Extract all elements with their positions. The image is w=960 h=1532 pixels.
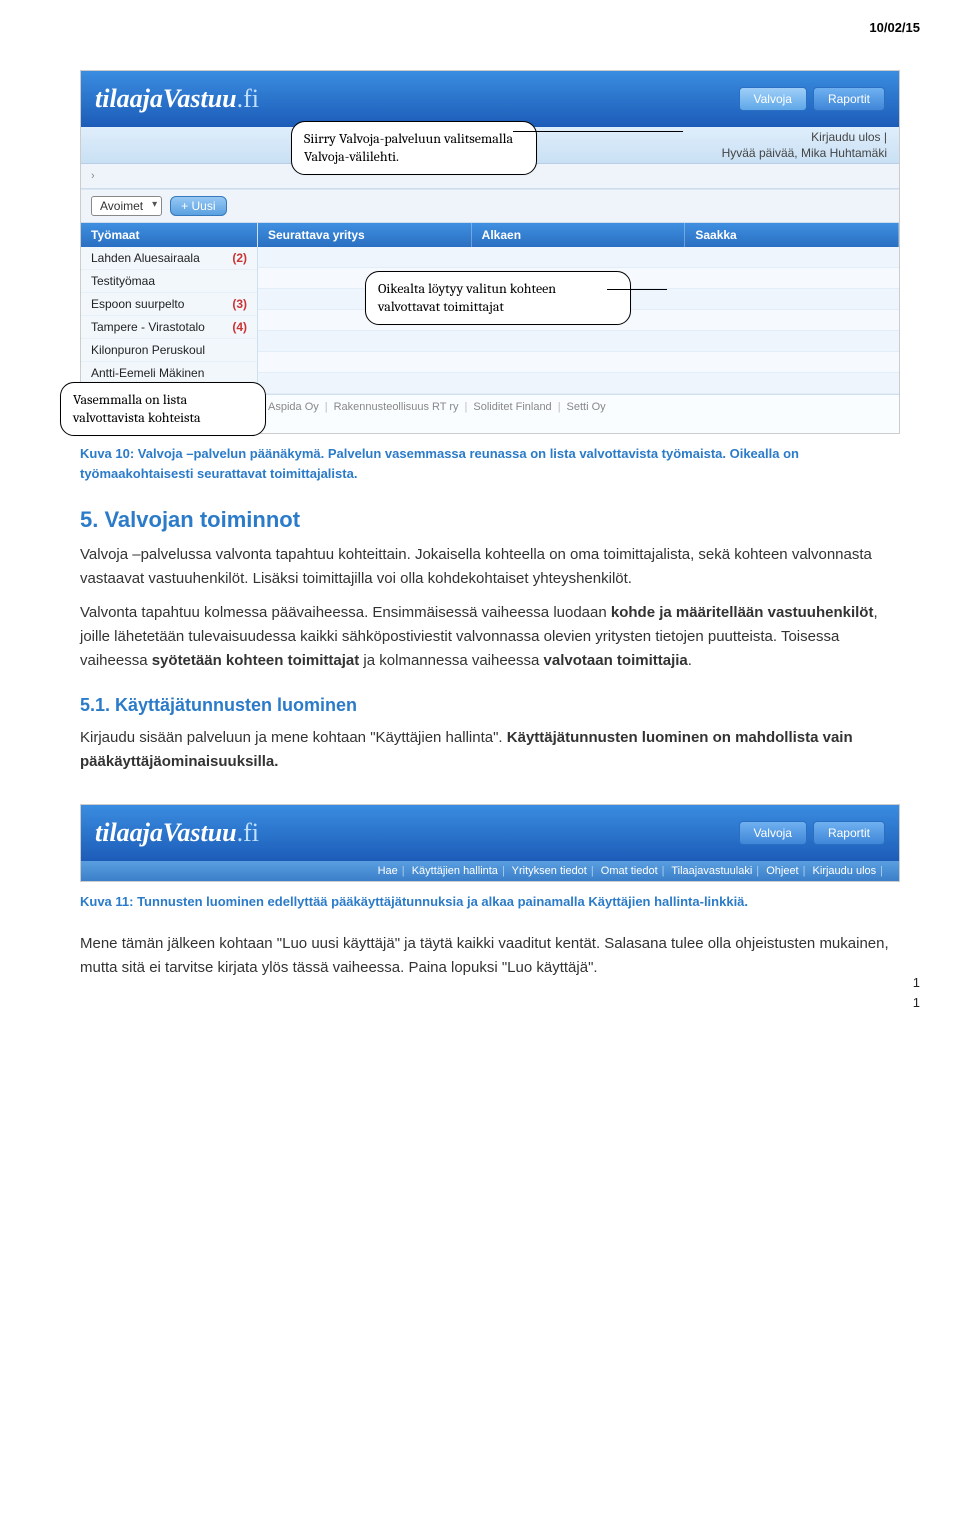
sidebar-item-label: Espoon suurpelto xyxy=(91,297,184,311)
text: . xyxy=(688,652,692,669)
brand-part2: Vastuu xyxy=(163,84,237,113)
app-header: tilaajaVastuu.fi Valvoja Raportit xyxy=(81,71,899,127)
tab-valvoja[interactable]: Valvoja xyxy=(739,821,807,845)
sidebar-item[interactable]: Testityömaa xyxy=(81,270,257,293)
sidebar-item[interactable]: Kilonpuron Peruskoul xyxy=(81,339,257,362)
page-date: 10/02/15 xyxy=(869,20,920,35)
content-area: Seurattava yritys Alkaen Saakka Aspida O… xyxy=(258,223,899,433)
figure-caption-10: Kuva 10: Valvoja –palvelun päänäkymä. Pa… xyxy=(80,444,900,483)
new-button[interactable]: + Uusi xyxy=(170,196,226,216)
tab-raportit[interactable]: Raportit xyxy=(813,821,885,845)
sidebar-item-count: (4) xyxy=(232,320,247,334)
brand-part2: Vastuu xyxy=(163,818,237,847)
table-row[interactable] xyxy=(258,331,899,352)
text: ja kolmannessa vaiheessa xyxy=(359,652,543,669)
callout-right: Oikealta löytyy valitun kohteen valvotta… xyxy=(365,271,631,325)
bold-text: syötetään kohteen toimittajat xyxy=(152,652,360,669)
section-5-heading: 5. Valvojan toiminnot xyxy=(80,507,900,533)
section-5-1-heading: 5.1. Käyttäjätunnusten luominen xyxy=(80,695,900,716)
nav-link[interactable]: Hae xyxy=(378,865,398,877)
page-number: 1 xyxy=(913,975,920,990)
sidebar-item-label: Antti-Eemeli Mäkinen xyxy=(91,366,204,380)
top-nav: Hae| Käyttäjien hallinta| Yrityksen tied… xyxy=(81,861,899,881)
body-paragraph: Valvoja –palvelussa valvonta tapahtuu ko… xyxy=(80,543,900,591)
sidebar-item[interactable]: Lahden Aluesairaala (2) xyxy=(81,247,257,270)
table-row[interactable] xyxy=(258,352,899,373)
text: Kirjaudu sisään palveluun ja mene kohtaa… xyxy=(80,729,507,746)
filter-select[interactable]: Avoimet xyxy=(91,196,162,216)
footer-link[interactable]: Aspida Oy xyxy=(268,401,319,413)
page-number: 1 xyxy=(913,995,920,1010)
footer-link[interactable]: Setti Oy xyxy=(567,401,606,413)
text: Valvonta tapahtuu kolmessa päävaiheessa.… xyxy=(80,604,611,621)
table-row[interactable] xyxy=(258,247,899,268)
col-company: Seurattava yritys xyxy=(258,223,472,247)
callout-top: Siirry Valvoja-palveluun valitsemalla Va… xyxy=(291,121,537,175)
sidebar-item-count: (2) xyxy=(232,251,247,265)
brand-logo: tilaajaVastuu.fi xyxy=(95,84,259,114)
sidebar-item-label: Lahden Aluesairaala xyxy=(91,251,200,265)
screenshot-valvoja-main: tilaajaVastuu.fi Valvoja Raportit Kirjau… xyxy=(80,70,900,434)
sidebar-item-label: Kilonpuron Peruskoul xyxy=(91,343,205,357)
bold-text: valvotaan toimittajia xyxy=(544,652,688,669)
nav-link[interactable]: Omat tiedot xyxy=(601,865,658,877)
sidebar-item[interactable]: Espoon suurpelto (3) xyxy=(81,293,257,316)
sidebar-item-label: Testityömaa xyxy=(91,274,155,288)
app-header-2: tilaajaVastuu.fi Valvoja Raportit xyxy=(81,805,899,861)
body-paragraph: Valvonta tapahtuu kolmessa päävaiheessa.… xyxy=(80,601,900,673)
nav-link[interactable]: Tilaajavastuulaki xyxy=(671,865,752,877)
table-header: Seurattava yritys Alkaen Saakka xyxy=(258,223,899,247)
brand-suffix: .fi xyxy=(237,818,259,847)
sidebar-item-count: (3) xyxy=(232,297,247,311)
sidebar-item[interactable]: Tampere - Virastotalo (4) xyxy=(81,316,257,339)
brand-suffix: .fi xyxy=(237,84,259,113)
nav-link[interactable]: Käyttäjien hallinta xyxy=(412,865,498,877)
footer-link[interactable]: Rakennusteollisuus RT ry xyxy=(334,401,459,413)
brand-logo: tilaajaVastuu.fi xyxy=(95,818,259,848)
sidebar-item-label: Tampere - Virastotalo xyxy=(91,320,205,334)
body-paragraph: Mene tämän jälkeen kohtaan "Luo uusi käy… xyxy=(80,932,900,980)
screenshot-header-nav: tilaajaVastuu.fi Valvoja Raportit Hae| K… xyxy=(80,804,900,882)
figure-caption-11: Kuva 11: Tunnusten luominen edellyttää p… xyxy=(80,892,900,912)
col-from: Alkaen xyxy=(472,223,686,247)
nav-link[interactable]: Yrityksen tiedot xyxy=(512,865,587,877)
brand-part1: tilaaja xyxy=(95,84,163,113)
body-paragraph: Kirjaudu sisään palveluun ja mene kohtaa… xyxy=(80,726,900,774)
breadcrumb-caret: › xyxy=(91,170,95,182)
sidebar-title: Työmaat xyxy=(81,223,257,247)
tab-valvoja[interactable]: Valvoja xyxy=(739,87,807,111)
nav-link[interactable]: Kirjaudu ulos xyxy=(813,865,877,877)
content-footer: Aspida Oy| Rakennusteollisuus RT ry| Sol… xyxy=(258,394,899,419)
table-row[interactable] xyxy=(258,373,899,394)
bold-text: kohde ja määritellään vastuuhenkilöt xyxy=(611,604,874,621)
col-until: Saakka xyxy=(685,223,899,247)
callout-left: Vasemmalla on lista valvottavista kohtei… xyxy=(60,382,266,436)
footer-link[interactable]: Soliditet Finland xyxy=(473,401,551,413)
brand-part1: tilaaja xyxy=(95,818,163,847)
nav-link[interactable]: Ohjeet xyxy=(766,865,798,877)
tab-raportit[interactable]: Raportit xyxy=(813,87,885,111)
